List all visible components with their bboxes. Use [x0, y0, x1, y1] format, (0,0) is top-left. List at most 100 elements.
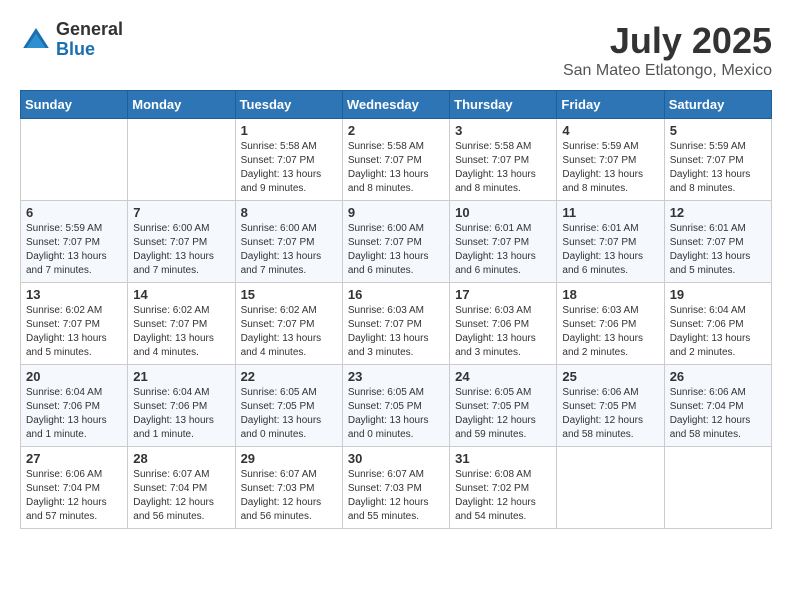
- day-number: 3: [455, 123, 551, 138]
- day-info: Sunrise: 6:01 AM Sunset: 7:07 PM Dayligh…: [670, 222, 766, 278]
- calendar-cell: 16Sunrise: 6:03 AM Sunset: 7:07 PM Dayli…: [342, 283, 449, 365]
- day-info: Sunrise: 6:04 AM Sunset: 7:06 PM Dayligh…: [133, 386, 229, 442]
- day-info: Sunrise: 6:01 AM Sunset: 7:07 PM Dayligh…: [455, 222, 551, 278]
- column-header-monday: Monday: [128, 91, 235, 119]
- day-number: 17: [455, 287, 551, 302]
- day-info: Sunrise: 6:03 AM Sunset: 7:06 PM Dayligh…: [562, 304, 658, 360]
- column-header-friday: Friday: [557, 91, 664, 119]
- day-number: 18: [562, 287, 658, 302]
- calendar-cell: 4Sunrise: 5:59 AM Sunset: 7:07 PM Daylig…: [557, 119, 664, 201]
- column-header-thursday: Thursday: [450, 91, 557, 119]
- day-number: 2: [348, 123, 444, 138]
- calendar-week-1: 1 Sunrise: 5:58 AM Sunset: 7:07 PM Daylig…: [21, 119, 772, 201]
- day-info: Sunrise: 6:07 AM Sunset: 7:03 PM Dayligh…: [241, 468, 337, 524]
- calendar-cell: 11 Sunrise: 6:01 AM Sunset: 7:07 PM Dayli…: [557, 201, 664, 283]
- calendar-cell: 2Sunrise: 5:58 AM Sunset: 7:07 PM Daylig…: [342, 119, 449, 201]
- calendar-cell: 27 Sunrise: 6:06 AM Sunset: 7:04 PM Dayli…: [21, 447, 128, 529]
- day-info: Sunrise: 6:03 AM Sunset: 7:06 PM Dayligh…: [455, 304, 551, 360]
- day-number: 23: [348, 369, 444, 384]
- calendar-cell: 28 Sunrise: 6:07 AM Sunset: 7:04 PM Dayli…: [128, 447, 235, 529]
- calendar-cell: 12 Sunrise: 6:01 AM Sunset: 7:07 PM Dayli…: [664, 201, 771, 283]
- day-number: 26: [670, 369, 766, 384]
- calendar-cell: 19 Sunrise: 6:04 AM Sunset: 7:06 PM Dayli…: [664, 283, 771, 365]
- logo-blue-text: Blue: [56, 40, 123, 60]
- day-number: 13: [26, 287, 122, 302]
- title-block: July 2025 San Mateo Etlatongo, Mexico: [563, 20, 772, 80]
- logo-general-text: General: [56, 20, 123, 40]
- calendar-table: SundayMondayTuesdayWednesdayThursdayFrid…: [20, 90, 772, 529]
- day-number: 19: [670, 287, 766, 302]
- day-number: 14: [133, 287, 229, 302]
- day-number: 12: [670, 205, 766, 220]
- day-number: 9: [348, 205, 444, 220]
- calendar-week-2: 6 Sunrise: 5:59 AM Sunset: 7:07 PM Daylig…: [21, 201, 772, 283]
- day-number: 20: [26, 369, 122, 384]
- day-number: 31: [455, 451, 551, 466]
- day-info: Sunrise: 6:02 AM Sunset: 7:07 PM Dayligh…: [241, 304, 337, 360]
- day-number: 30: [348, 451, 444, 466]
- day-info: Sunrise: 6:08 AM Sunset: 7:02 PM Dayligh…: [455, 468, 551, 524]
- day-number: 15: [241, 287, 337, 302]
- calendar-cell: 20 Sunrise: 6:04 AM Sunset: 7:06 PM Dayli…: [21, 365, 128, 447]
- day-number: 11: [562, 205, 658, 220]
- day-number: 22: [241, 369, 337, 384]
- day-number: 25: [562, 369, 658, 384]
- day-info: Sunrise: 5:59 AM Sunset: 7:07 PM Dayligh…: [26, 222, 122, 278]
- day-number: 16: [348, 287, 444, 302]
- day-info: Sunrise: 6:04 AM Sunset: 7:06 PM Dayligh…: [26, 386, 122, 442]
- day-info: Sunrise: 6:06 AM Sunset: 7:04 PM Dayligh…: [670, 386, 766, 442]
- calendar-cell: [128, 119, 235, 201]
- day-number: 28: [133, 451, 229, 466]
- calendar-cell: 18 Sunrise: 6:03 AM Sunset: 7:06 PM Dayli…: [557, 283, 664, 365]
- day-number: 10: [455, 205, 551, 220]
- calendar-week-3: 13 Sunrise: 6:02 AM Sunset: 7:07 PM Dayli…: [21, 283, 772, 365]
- day-info: Sunrise: 5:58 AM Sunset: 7:07 PM Dayligh…: [241, 140, 337, 196]
- day-info: Sunrise: 6:01 AM Sunset: 7:07 PM Dayligh…: [562, 222, 658, 278]
- day-info: Sunrise: 6:07 AM Sunset: 7:04 PM Dayligh…: [133, 468, 229, 524]
- calendar-header-row: SundayMondayTuesdayWednesdayThursdayFrid…: [21, 91, 772, 119]
- calendar-cell: 22 Sunrise: 6:05 AM Sunset: 7:05 PM Dayli…: [235, 365, 342, 447]
- day-info: Sunrise: 6:02 AM Sunset: 7:07 PM Dayligh…: [133, 304, 229, 360]
- calendar-cell: 3 Sunrise: 5:58 AM Sunset: 7:07 PM Daylig…: [450, 119, 557, 201]
- calendar-cell: 17 Sunrise: 6:03 AM Sunset: 7:06 PM Dayli…: [450, 283, 557, 365]
- day-info: Sunrise: 6:06 AM Sunset: 7:05 PM Dayligh…: [562, 386, 658, 442]
- day-info: Sunrise: 6:05 AM Sunset: 7:05 PM Dayligh…: [241, 386, 337, 442]
- calendar-cell: 13 Sunrise: 6:02 AM Sunset: 7:07 PM Dayli…: [21, 283, 128, 365]
- day-number: 6: [26, 205, 122, 220]
- calendar-cell: 23 Sunrise: 6:05 AM Sunset: 7:05 PM Dayli…: [342, 365, 449, 447]
- day-number: 29: [241, 451, 337, 466]
- day-info: Sunrise: 6:06 AM Sunset: 7:04 PM Dayligh…: [26, 468, 122, 524]
- calendar-cell: [21, 119, 128, 201]
- day-info: Sunrise: 6:00 AM Sunset: 7:07 PM Dayligh…: [133, 222, 229, 278]
- day-info: Sunrise: 6:05 AM Sunset: 7:05 PM Dayligh…: [455, 386, 551, 442]
- calendar-cell: 9Sunrise: 6:00 AM Sunset: 7:07 PM Daylig…: [342, 201, 449, 283]
- day-info: Sunrise: 6:07 AM Sunset: 7:03 PM Dayligh…: [348, 468, 444, 524]
- day-info: Sunrise: 5:58 AM Sunset: 7:07 PM Dayligh…: [455, 140, 551, 196]
- day-info: Sunrise: 6:02 AM Sunset: 7:07 PM Dayligh…: [26, 304, 122, 360]
- calendar-cell: 15 Sunrise: 6:02 AM Sunset: 7:07 PM Dayli…: [235, 283, 342, 365]
- calendar-cell: 29 Sunrise: 6:07 AM Sunset: 7:03 PM Dayli…: [235, 447, 342, 529]
- month-title: July 2025: [563, 20, 772, 62]
- day-number: 27: [26, 451, 122, 466]
- day-number: 24: [455, 369, 551, 384]
- page-header: General Blue July 2025 San Mateo Etlaton…: [20, 20, 772, 80]
- column-header-wednesday: Wednesday: [342, 91, 449, 119]
- day-info: Sunrise: 6:05 AM Sunset: 7:05 PM Dayligh…: [348, 386, 444, 442]
- calendar-week-5: 27 Sunrise: 6:06 AM Sunset: 7:04 PM Dayli…: [21, 447, 772, 529]
- calendar-cell: 1 Sunrise: 5:58 AM Sunset: 7:07 PM Daylig…: [235, 119, 342, 201]
- day-number: 1: [241, 123, 337, 138]
- calendar-cell: 8Sunrise: 6:00 AM Sunset: 7:07 PM Daylig…: [235, 201, 342, 283]
- calendar-cell: 21Sunrise: 6:04 AM Sunset: 7:06 PM Dayli…: [128, 365, 235, 447]
- calendar-cell: 14 Sunrise: 6:02 AM Sunset: 7:07 PM Dayli…: [128, 283, 235, 365]
- calendar-cell: 5Sunrise: 5:59 AM Sunset: 7:07 PM Daylig…: [664, 119, 771, 201]
- calendar-cell: 26 Sunrise: 6:06 AM Sunset: 7:04 PM Dayli…: [664, 365, 771, 447]
- day-info: Sunrise: 6:00 AM Sunset: 7:07 PM Dayligh…: [241, 222, 337, 278]
- calendar-week-4: 20 Sunrise: 6:04 AM Sunset: 7:06 PM Dayli…: [21, 365, 772, 447]
- column-header-tuesday: Tuesday: [235, 91, 342, 119]
- calendar-cell: [664, 447, 771, 529]
- calendar-cell: 10 Sunrise: 6:01 AM Sunset: 7:07 PM Dayli…: [450, 201, 557, 283]
- day-info: Sunrise: 6:04 AM Sunset: 7:06 PM Dayligh…: [670, 304, 766, 360]
- calendar-cell: 31 Sunrise: 6:08 AM Sunset: 7:02 PM Dayli…: [450, 447, 557, 529]
- location-title: San Mateo Etlatongo, Mexico: [563, 62, 772, 80]
- logo: General Blue: [20, 20, 123, 60]
